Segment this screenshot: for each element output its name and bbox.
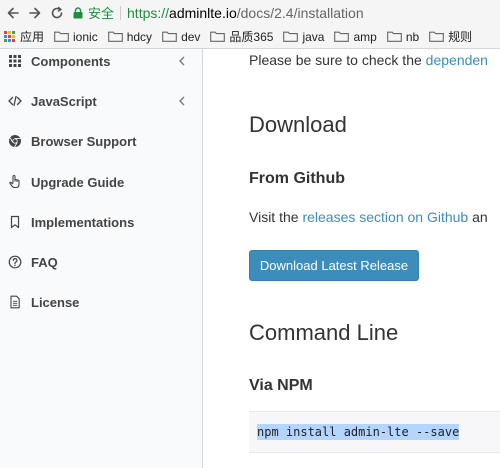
visit-paragraph: Visit the releases section on Github an bbox=[249, 209, 488, 225]
docs-sidebar: Components JavaScript Browser Support Up… bbox=[0, 49, 203, 468]
bookmark-folder[interactable]: java bbox=[283, 30, 324, 44]
sidebar-item-faq[interactable]: FAQ bbox=[0, 249, 203, 275]
code-icon bbox=[7, 93, 23, 109]
folder-icon bbox=[334, 31, 350, 42]
sidebar-item-javascript[interactable]: JavaScript bbox=[0, 88, 203, 114]
arrow-left-icon bbox=[7, 7, 19, 18]
visit-tail: an bbox=[468, 209, 488, 225]
releases-link[interactable]: releases section on Github bbox=[302, 209, 468, 225]
sidebar-item-label: Implementations bbox=[31, 214, 135, 230]
folder-icon bbox=[162, 31, 177, 42]
bookmark-label: amp bbox=[353, 29, 377, 44]
sidebar-item-upgrade-guide[interactable]: Upgrade Guide bbox=[0, 169, 203, 195]
intro-paragraph: Please be sure to check the dependen bbox=[249, 52, 488, 68]
address-divider bbox=[120, 5, 122, 20]
bookmark-label: hdcy bbox=[126, 29, 153, 44]
main-content: Please be sure to check the dependen Dow… bbox=[204, 49, 500, 468]
chevron-left-icon bbox=[179, 96, 185, 106]
bookmark-apps[interactable]: 应用 bbox=[4, 28, 44, 45]
grid-icon bbox=[7, 53, 23, 69]
bookmark-label: 规则 bbox=[448, 30, 473, 44]
sidebar-item-label: JavaScript bbox=[31, 93, 97, 109]
bookmark-folder[interactable]: 规则 bbox=[429, 28, 472, 45]
url-host: adminlte.io bbox=[169, 4, 237, 21]
chrome-icon bbox=[7, 133, 23, 149]
bookmark-folder[interactable]: 品质365 bbox=[210, 28, 273, 45]
folder-icon bbox=[54, 31, 69, 42]
reload-icon bbox=[51, 6, 63, 18]
bookmark-folder[interactable]: hdcy bbox=[107, 29, 153, 44]
question-circle-icon bbox=[7, 254, 23, 270]
dependencies-link[interactable]: dependen bbox=[426, 52, 488, 68]
folder-icon bbox=[429, 31, 445, 42]
chevron-left-icon bbox=[179, 56, 185, 66]
bookmark-icon bbox=[7, 214, 23, 230]
sidebar-item-components[interactable]: Components bbox=[0, 48, 203, 74]
back-button[interactable] bbox=[4, 4, 22, 22]
visit-text: Visit the bbox=[249, 209, 303, 225]
from-github-heading: From Github bbox=[249, 170, 345, 187]
bookmark-label: ionic bbox=[73, 29, 98, 44]
address-bar[interactable]: 安全 https:// adminlte.io /docs/2.4/instal… bbox=[72, 3, 364, 22]
sidebar-item-implementations[interactable]: Implementations bbox=[0, 209, 203, 235]
hand-pointer-icon bbox=[7, 174, 23, 190]
url-scheme: https:// bbox=[127, 4, 170, 21]
arrow-right-icon bbox=[29, 7, 41, 18]
via-npm-heading: Via NPM bbox=[249, 377, 313, 394]
bookmark-label: 应用 bbox=[20, 30, 45, 44]
lock-icon bbox=[73, 6, 83, 18]
folder-icon bbox=[386, 31, 402, 42]
secure-label: 安全 bbox=[88, 7, 115, 22]
url-path: /docs/2.4/installation bbox=[236, 4, 364, 21]
bookmark-label: dev bbox=[181, 29, 201, 44]
sidebar-item-browser-support[interactable]: Browser Support bbox=[0, 128, 203, 154]
bookmark-folder[interactable]: nb bbox=[386, 29, 420, 44]
file-icon bbox=[7, 294, 23, 310]
sidebar-item-label: License bbox=[31, 294, 80, 310]
bookmark-label: 品质365 bbox=[229, 30, 274, 44]
apps-grid-icon bbox=[4, 30, 16, 43]
bookmark-folder[interactable]: ionic bbox=[54, 30, 98, 44]
sidebar-item-label: Upgrade Guide bbox=[31, 174, 125, 190]
folder-icon bbox=[210, 31, 226, 42]
forward-button[interactable] bbox=[26, 4, 44, 22]
folder-icon bbox=[283, 31, 299, 42]
command-line-heading: Command Line bbox=[249, 320, 399, 345]
npm-code-block[interactable]: npm install admin-lte --save bbox=[249, 411, 500, 453]
download-latest-release-button[interactable]: Download Latest Release bbox=[249, 250, 419, 281]
sidebar-item-label: FAQ bbox=[31, 254, 58, 270]
folder-icon bbox=[107, 31, 123, 42]
sidebar-item-label: Browser Support bbox=[31, 133, 137, 149]
sidebar-item-label: Components bbox=[31, 53, 111, 69]
bookmark-label: java bbox=[302, 29, 325, 44]
reload-button[interactable] bbox=[48, 4, 66, 22]
browser-toolbar: 安全 https:// adminlte.io /docs/2.4/instal… bbox=[0, 0, 500, 25]
sidebar-item-license[interactable]: License bbox=[0, 289, 203, 315]
bookmark-label: nb bbox=[405, 29, 420, 44]
bookmark-folder[interactable]: dev bbox=[162, 30, 200, 44]
intro-text: Please be sure to check the bbox=[249, 52, 426, 68]
npm-command[interactable]: npm install admin-lte --save bbox=[257, 424, 460, 440]
bookmark-folder[interactable]: amp bbox=[334, 29, 377, 44]
download-heading: Download bbox=[249, 112, 347, 137]
bookmarks-bar: 应用 ionic hdcy dev 品质365 java amp nb 规则 bbox=[0, 25, 500, 49]
